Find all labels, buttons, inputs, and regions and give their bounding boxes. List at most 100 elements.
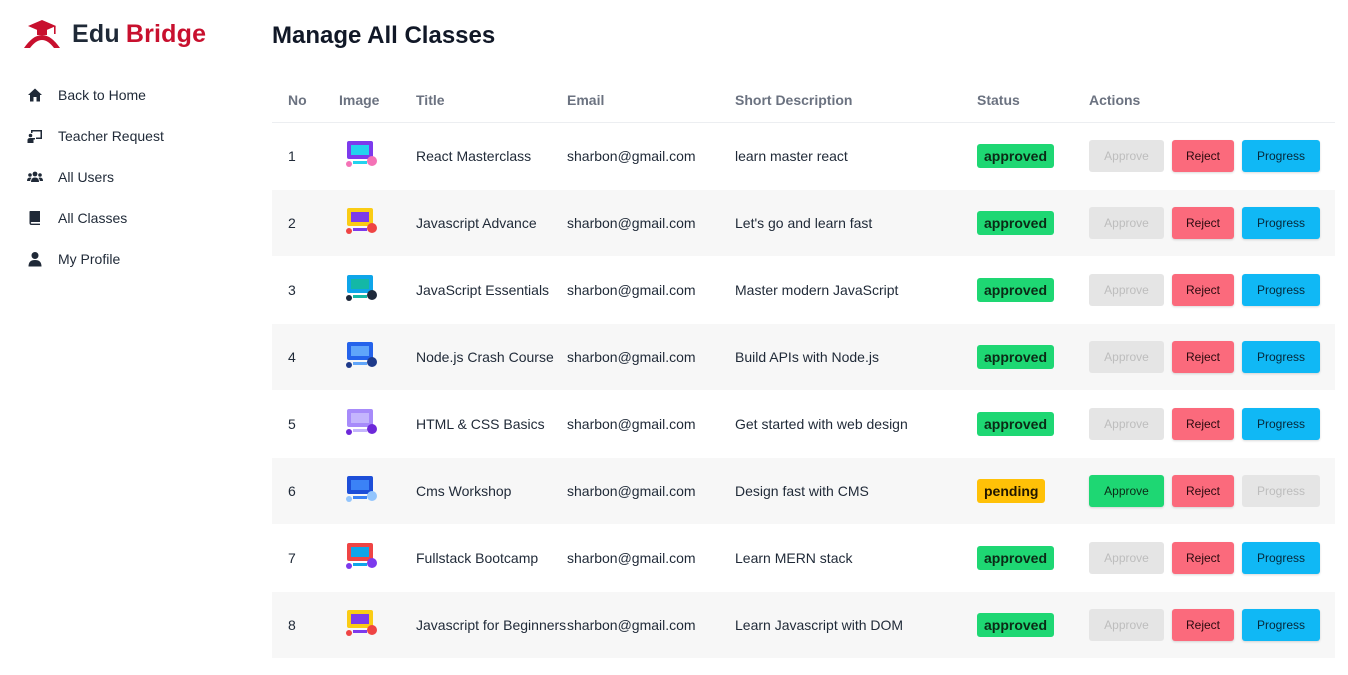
actions-cell: Approve Reject Progress	[1089, 207, 1335, 239]
status-cell: approved	[977, 144, 1089, 168]
table-row: 4 Node.js Crash Course sharbon@gmail.com Bu…	[272, 324, 1335, 391]
actions-cell: Approve Reject Progress	[1089, 341, 1335, 373]
column-header-status: Status	[977, 92, 1020, 108]
sidebar-nav: Back to Home Teacher Request All Users A…	[26, 74, 164, 279]
class-title: React Masterclass	[416, 147, 532, 164]
short-description: Learn Javascript with DOM	[735, 616, 904, 633]
table-row: 5 HTML & CSS Basics sharbon@gmail.com Get s…	[272, 391, 1335, 458]
status-badge: approved	[977, 278, 1055, 302]
progress-button[interactable]: Progress	[1242, 408, 1320, 440]
instructor-email: sharbon@gmail.com	[567, 147, 696, 164]
short-description: Master modern JavaScript	[735, 281, 899, 298]
status-cell: approved	[977, 211, 1089, 235]
approve-button[interactable]: Approve	[1089, 140, 1164, 172]
status-badge: approved	[977, 546, 1055, 570]
class-title: JavaScript Essentials	[416, 281, 550, 298]
row-number: 1	[288, 147, 296, 164]
status-cell: approved	[977, 278, 1089, 302]
table-row: 3 JavaScript Essentials sharbon@gmail.com M…	[272, 257, 1335, 324]
short-description: learn master react	[735, 147, 848, 164]
actions-cell: Approve Reject Progress	[1089, 609, 1335, 641]
progress-button[interactable]: Progress	[1242, 274, 1320, 306]
class-title: Javascript for Beginners	[416, 616, 567, 633]
column-header-title: Title	[416, 92, 445, 108]
book-icon	[26, 209, 44, 227]
class-thumbnail-image	[346, 342, 377, 368]
class-thumbnail-cell	[339, 199, 416, 247]
column-header-image: Image	[339, 92, 380, 108]
table-body: 1 React Masterclass sharbon@gmail.com learn…	[272, 123, 1335, 659]
status-cell: approved	[977, 412, 1089, 436]
class-title: HTML & CSS Basics	[416, 415, 545, 432]
class-thumbnail-image	[346, 141, 377, 167]
sidebar-item-all-users[interactable]: All Users	[26, 156, 164, 197]
actions-cell: Approve Reject Progress	[1089, 274, 1335, 306]
status-badge: approved	[977, 412, 1055, 436]
sidebar-item-back-to-home[interactable]: Back to Home	[26, 74, 164, 115]
status-badge: approved	[977, 144, 1055, 168]
user-icon	[26, 250, 44, 268]
class-thumbnail-cell	[339, 266, 416, 314]
column-header-short-description: Short Description	[735, 92, 853, 108]
reject-button[interactable]: Reject	[1172, 475, 1234, 507]
progress-button[interactable]: Progress	[1242, 542, 1320, 574]
approve-button[interactable]: Approve	[1089, 609, 1164, 641]
sidebar-item-my-profile[interactable]: My Profile	[26, 238, 164, 279]
instructor-email: sharbon@gmail.com	[567, 281, 696, 298]
brand-name-part1: Edu	[72, 19, 120, 48]
sidebar-item-label: All Classes	[58, 209, 128, 226]
actions-cell: Approve Reject Progress	[1089, 475, 1335, 507]
approve-button[interactable]: Approve	[1089, 341, 1164, 373]
column-header-no: No	[288, 92, 307, 108]
sidebar-item-all-classes[interactable]: All Classes	[26, 197, 164, 238]
instructor-email: sharbon@gmail.com	[567, 348, 696, 365]
status-cell: approved	[977, 345, 1089, 369]
page-title: Manage All Classes	[272, 22, 496, 49]
progress-button[interactable]: Progress	[1242, 609, 1320, 641]
table-header-row: No Image Title Email Short Description S…	[272, 78, 1335, 123]
approve-button[interactable]: Approve	[1089, 408, 1164, 440]
status-badge: pending	[977, 479, 1046, 503]
reject-button[interactable]: Reject	[1172, 140, 1234, 172]
class-title: Javascript Advance	[416, 214, 537, 231]
approve-button[interactable]: Approve	[1089, 542, 1164, 574]
class-thumbnail-cell	[339, 467, 416, 515]
instructor-email: sharbon@gmail.com	[567, 214, 696, 231]
class-thumbnail-cell	[339, 534, 416, 582]
class-thumbnail-cell	[339, 132, 416, 180]
progress-button[interactable]: Progress	[1242, 207, 1320, 239]
reject-button[interactable]: Reject	[1172, 609, 1234, 641]
class-thumbnail-image	[346, 610, 377, 636]
approve-button[interactable]: Approve	[1089, 274, 1164, 306]
brand-logo-link[interactable]: Edu Bridge	[22, 18, 206, 50]
table-row: 8 Javascript for Beginners sharbon@gmail.c…	[272, 592, 1335, 659]
class-title: Cms Workshop	[416, 482, 512, 499]
progress-button[interactable]: Progress	[1242, 140, 1320, 172]
reject-button[interactable]: Reject	[1172, 207, 1234, 239]
progress-button[interactable]: Progress	[1242, 475, 1320, 507]
row-number: 2	[288, 214, 296, 231]
instructor-email: sharbon@gmail.com	[567, 616, 696, 633]
progress-button[interactable]: Progress	[1242, 341, 1320, 373]
status-cell: approved	[977, 613, 1089, 637]
sidebar-item-teacher-request[interactable]: Teacher Request	[26, 115, 164, 156]
approve-button[interactable]: Approve	[1089, 475, 1164, 507]
table-row: 7 Fullstack Bootcamp sharbon@gmail.com Lear…	[272, 525, 1335, 592]
reject-button[interactable]: Reject	[1172, 341, 1234, 373]
graduation-cap-logo-icon	[24, 20, 60, 48]
reject-button[interactable]: Reject	[1172, 408, 1234, 440]
table-row: 6 Cms Workshop sharbon@gmail.com Design fas…	[272, 458, 1335, 525]
class-thumbnail-image	[346, 476, 377, 502]
class-title: Fullstack Bootcamp	[416, 549, 539, 566]
class-thumbnail-image	[346, 275, 377, 301]
class-thumbnail-image	[346, 409, 377, 435]
short-description: Build APIs with Node.js	[735, 348, 879, 365]
reject-button[interactable]: Reject	[1172, 542, 1234, 574]
reject-button[interactable]: Reject	[1172, 274, 1234, 306]
instructor-email: sharbon@gmail.com	[567, 482, 696, 499]
brand-name: Edu Bridge	[72, 20, 206, 49]
actions-cell: Approve Reject Progress	[1089, 542, 1335, 574]
short-description: Get started with web design	[735, 415, 908, 432]
approve-button[interactable]: Approve	[1089, 207, 1164, 239]
home-icon	[26, 86, 44, 104]
